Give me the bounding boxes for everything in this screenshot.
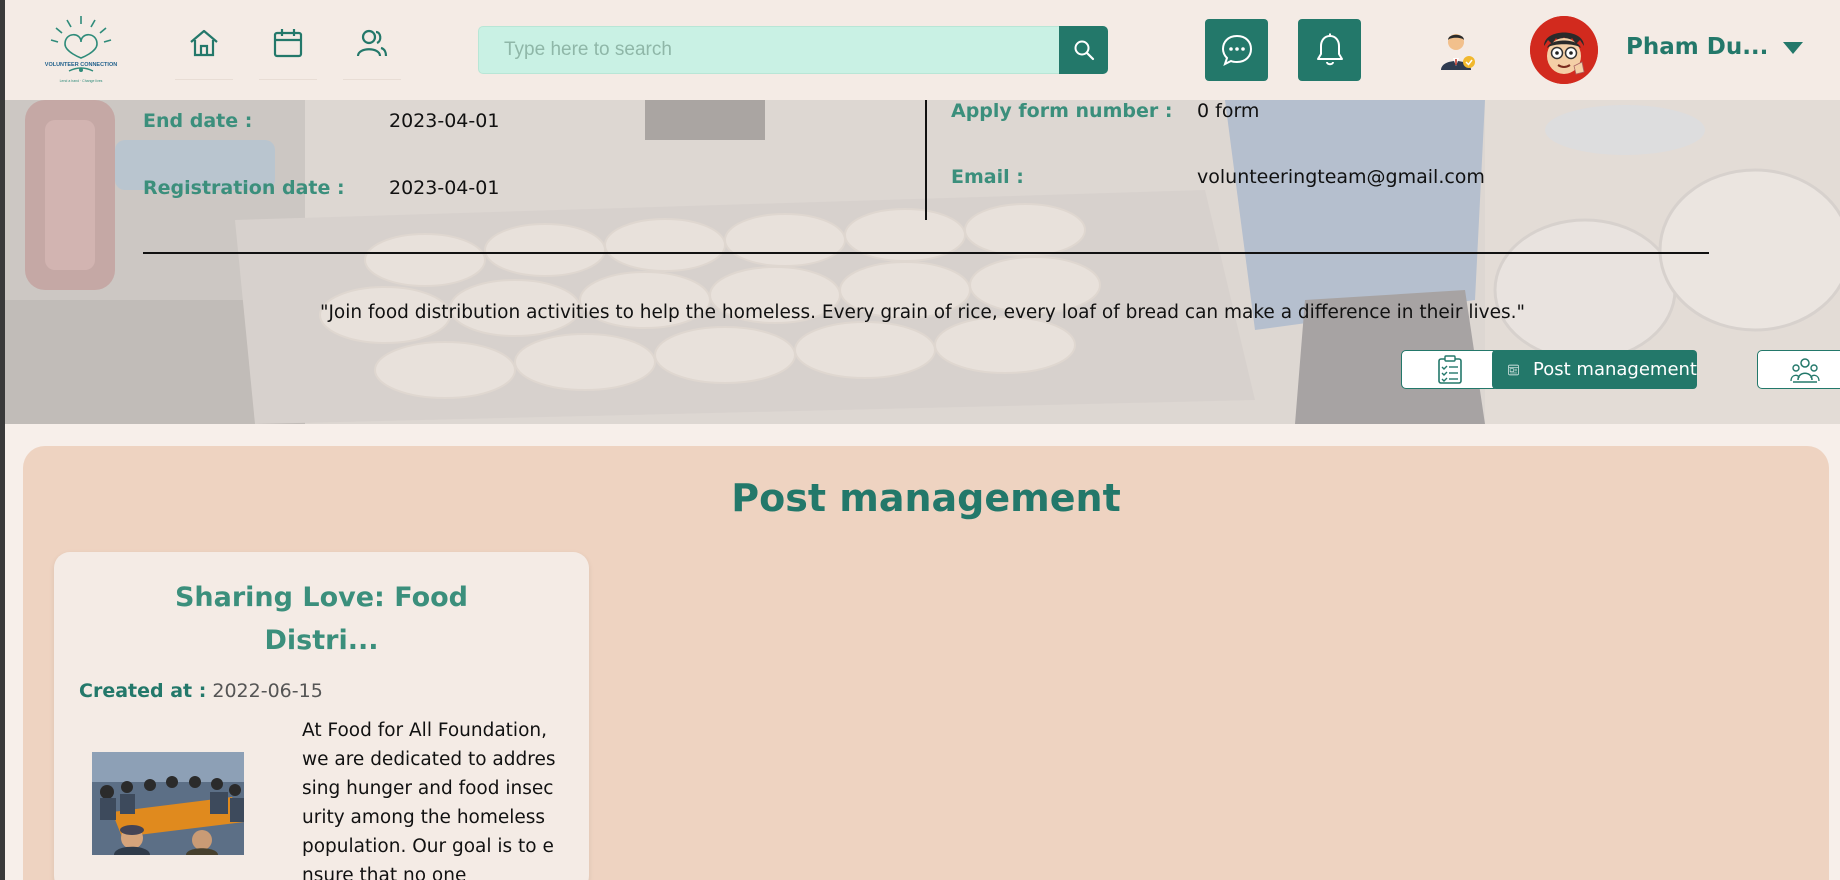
user-avatar[interactable] — [1530, 16, 1598, 84]
bell-icon — [1316, 33, 1343, 66]
post-management-panel: Post management Sharing Love: Food Distr… — [23, 446, 1829, 880]
chat-icon — [1221, 34, 1252, 66]
notifications-button[interactable] — [1298, 19, 1361, 81]
calendar-icon — [273, 29, 303, 58]
created-at-label: Created at : — [79, 680, 207, 702]
event-quote: "Join food distribution activities to he… — [319, 302, 1526, 323]
user-name[interactable]: Pham Du... — [1626, 34, 1768, 60]
user-menu-chevron-down-icon[interactable] — [1783, 42, 1803, 54]
nav-users[interactable] — [343, 26, 401, 80]
users-icon — [356, 29, 388, 57]
participants-button[interactable] — [1757, 350, 1840, 389]
email-value: volunteeringteam@gmail.com — [1197, 166, 1485, 188]
checklist-icon — [1438, 354, 1462, 384]
email-label: Email : — [951, 166, 1024, 188]
messages-button[interactable] — [1205, 19, 1268, 81]
end-date-label: End date : — [143, 110, 253, 132]
top-header: VOLUNTEER CONNECTION Lend a hand · Chang… — [5, 0, 1840, 100]
end-date-value: 2023-04-01 — [389, 110, 500, 132]
created-at-value: 2022-06-15 — [212, 680, 323, 702]
svg-text:VOLUNTEER CONNECTION: VOLUNTEER CONNECTION — [45, 62, 117, 68]
home-icon — [190, 29, 218, 57]
search-bar — [478, 26, 1108, 74]
svg-text:Lend a hand · Change lives: Lend a hand · Change lives — [60, 79, 103, 83]
search-button[interactable] — [1059, 26, 1108, 74]
panel-title: Post management — [731, 476, 1121, 520]
post-title[interactable]: Sharing Love: Food Distri... — [114, 576, 529, 662]
team-icon — [1790, 357, 1820, 383]
event-hero: End date : 2023-04-01 Registration date … — [5, 100, 1840, 424]
apply-form-number-value: 0 form — [1197, 100, 1260, 122]
window-edge — [0, 0, 5, 880]
post-thumbnail[interactable] — [92, 752, 244, 855]
apply-form-number-label: Apply form number : — [951, 100, 1173, 122]
post-card[interactable]: Sharing Love: Food Distri... Created at … — [54, 552, 589, 880]
organizer-role-icon — [1438, 30, 1478, 72]
registration-date-label: Registration date : — [143, 177, 345, 199]
post-icon — [1508, 364, 1519, 375]
info-column-divider — [925, 100, 927, 220]
post-management-button[interactable]: Post management — [1492, 350, 1697, 389]
post-created-at: Created at : 2022-06-15 — [79, 680, 323, 702]
info-divider — [143, 252, 1709, 254]
nav-calendar[interactable] — [259, 26, 317, 80]
post-management-label: Post management — [1533, 359, 1697, 380]
volunteer-connection-logo[interactable]: VOLUNTEER CONNECTION Lend a hand · Chang… — [43, 14, 119, 86]
apply-forms-button[interactable] — [1401, 350, 1499, 389]
post-excerpt: At Food for All Foundation, we are dedic… — [302, 720, 556, 880]
search-input[interactable] — [479, 27, 1059, 73]
registration-date-value: 2023-04-01 — [389, 177, 500, 199]
nav-home[interactable] — [175, 26, 233, 80]
search-icon — [1074, 40, 1094, 61]
